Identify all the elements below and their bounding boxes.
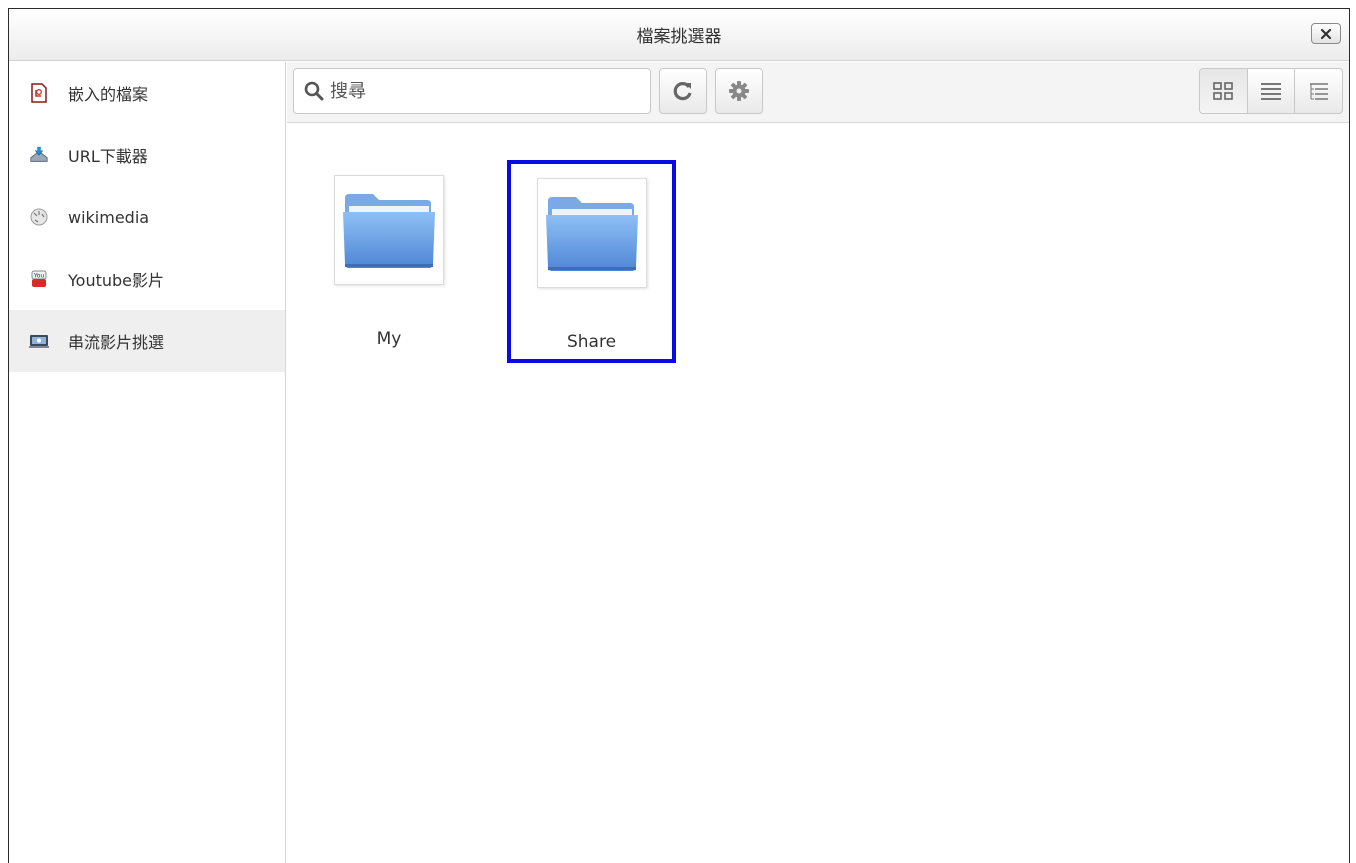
grid-view-icon xyxy=(1213,82,1234,100)
folder-thumbnail xyxy=(334,175,444,285)
close-button[interactable] xyxy=(1311,23,1341,44)
folder-item-my[interactable]: My xyxy=(307,155,471,353)
sidebar-item-streaming-video[interactable]: 串流影片挑選 xyxy=(9,310,285,372)
grid-view-button[interactable] xyxy=(1200,69,1247,113)
file-grid: My Share xyxy=(287,124,1349,863)
tree-view-button[interactable] xyxy=(1294,69,1342,113)
streaming-video-icon xyxy=(29,331,49,351)
sidebar-item-wikimedia[interactable]: wikimedia xyxy=(9,186,285,248)
embedded-file-icon xyxy=(29,83,49,103)
folder-thumbnail xyxy=(536,178,647,288)
refresh-icon xyxy=(673,82,692,101)
search-icon xyxy=(304,81,324,101)
gear-icon xyxy=(729,81,749,101)
folder-name: My xyxy=(376,329,402,349)
sidebar-item-youtube[interactable]: You Youtube影片 xyxy=(9,248,285,310)
list-view-icon xyxy=(1261,83,1281,100)
tree-view-icon xyxy=(1309,83,1328,100)
settings-button[interactable] xyxy=(715,68,763,114)
sidebar-item-label: 嵌入的檔案 xyxy=(68,85,149,104)
sidebar-item-label: wikimedia xyxy=(68,207,150,227)
folder-name: Share xyxy=(566,332,617,352)
youtube-icon: You xyxy=(29,269,49,289)
sidebar-item-embedded-files[interactable]: 嵌入的檔案 xyxy=(9,62,285,124)
sidebar-item-label: Youtube影片 xyxy=(68,271,164,290)
folder-icon xyxy=(343,194,435,268)
dialog-titlebar: 檔案挑選器 xyxy=(9,9,1349,61)
search-input[interactable] xyxy=(330,80,630,102)
sidebar-item-label: URL下載器 xyxy=(68,147,148,166)
url-downloader-icon xyxy=(29,145,49,165)
wikimedia-icon xyxy=(29,207,49,227)
view-mode-group xyxy=(1199,68,1343,114)
sidebar-item-url-downloader[interactable]: URL下載器 xyxy=(9,124,285,186)
list-view-button[interactable] xyxy=(1246,69,1295,113)
refresh-button[interactable] xyxy=(659,68,707,114)
toolbar xyxy=(287,62,1349,123)
repository-sidebar: 嵌入的檔案 URL下載器 wikimedia You Youtube影片 串流影… xyxy=(9,62,286,863)
file-picker-dialog: 檔案挑選器 嵌入的檔案 URL下載器 wikimedia You Youtube… xyxy=(8,8,1350,863)
sidebar-item-label: 串流影片挑選 xyxy=(68,333,165,352)
folder-item-share[interactable]: Share xyxy=(507,160,676,363)
dialog-title: 檔案挑選器 xyxy=(636,27,722,47)
svg-text:You: You xyxy=(33,273,45,280)
search-box[interactable] xyxy=(293,68,651,114)
folder-icon xyxy=(545,197,638,271)
close-icon xyxy=(1320,28,1332,39)
